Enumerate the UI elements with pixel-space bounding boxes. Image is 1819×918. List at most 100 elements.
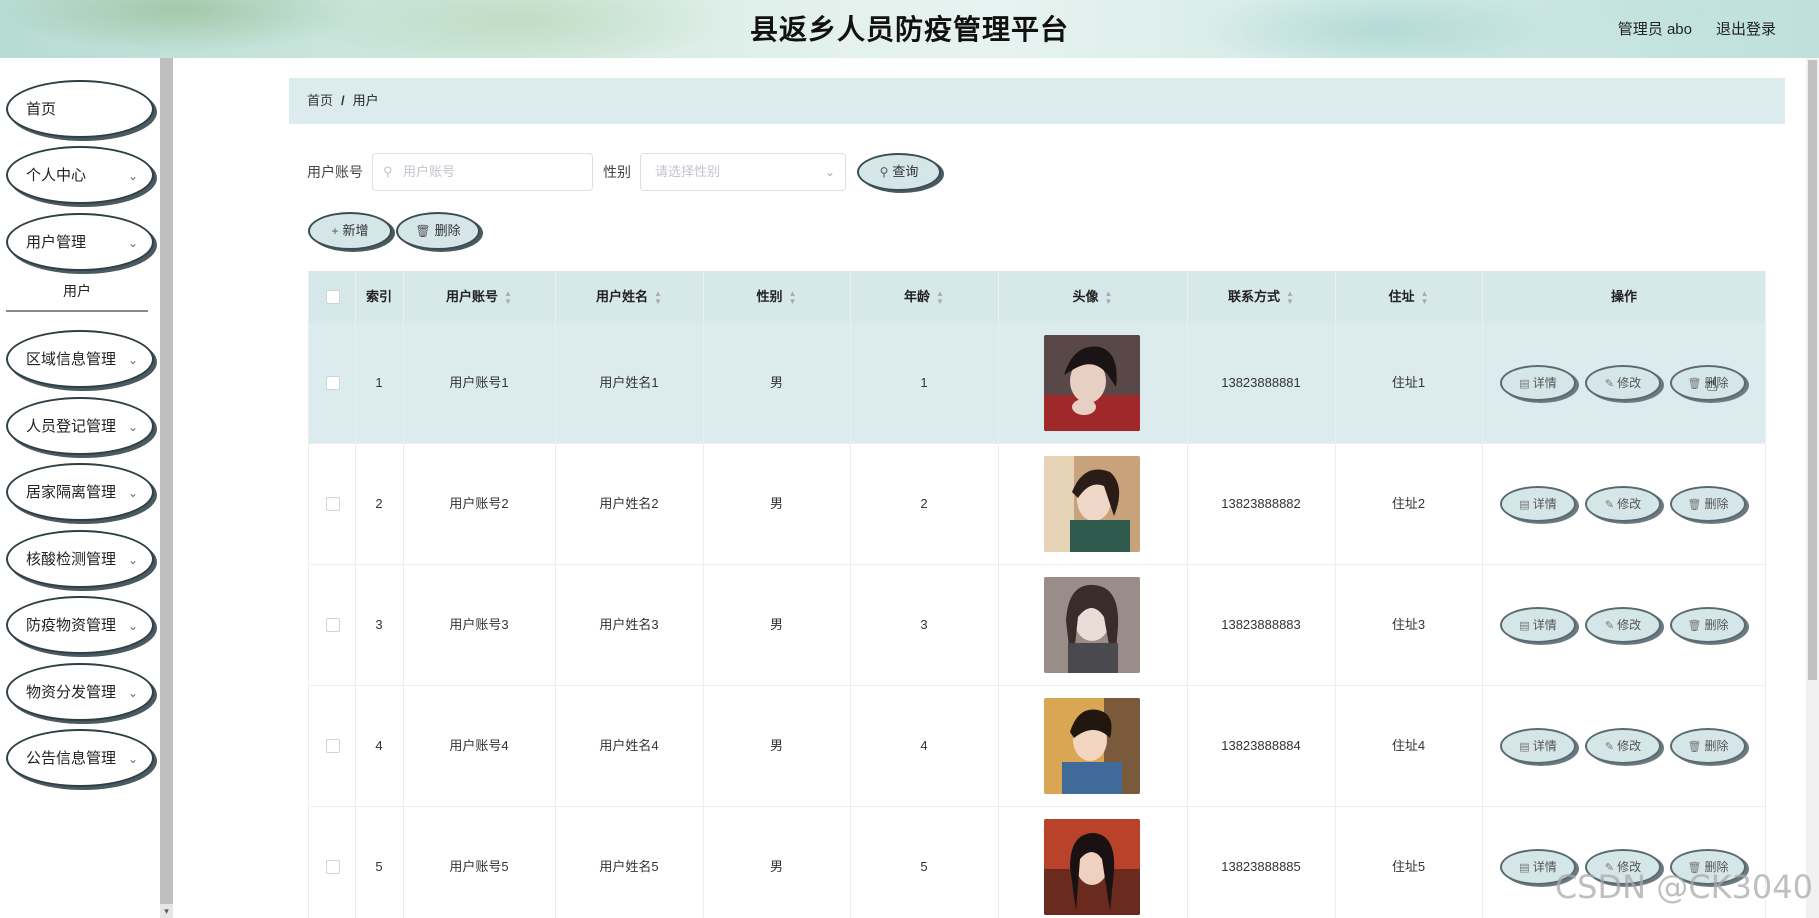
trash-icon: 🗑: [1687, 378, 1702, 390]
query-button[interactable]: ⚲ 查询: [857, 153, 941, 191]
sort-icon[interactable]: ▲ ▼: [504, 289, 512, 306]
sidebar-item-label: 个人中心: [26, 167, 87, 184]
sidebar-item-nucleic-test[interactable]: 核酸检测管理 ⌄: [6, 530, 154, 588]
sidebar-item-home[interactable]: 首页: [6, 80, 154, 138]
chevron-down-icon: ⌄: [127, 486, 138, 500]
cell-name: 用户姓名5: [599, 859, 659, 874]
cell-phone: 13823888884: [1221, 738, 1301, 753]
sidebar-item-registration[interactable]: 人员登记管理 ⌄: [6, 397, 154, 455]
detail-button[interactable]: ▤ 详情: [1500, 607, 1576, 643]
detail-button[interactable]: ▤ 详情: [1500, 728, 1576, 764]
cell-account: 用户账号1: [449, 375, 509, 390]
page-scrollbar-thumb[interactable]: [1808, 60, 1817, 680]
breadcrumb-separator: /: [341, 93, 345, 108]
plus-icon: +: [331, 224, 339, 238]
column-header-gender[interactable]: 性别 ▲ ▼: [703, 271, 850, 323]
sidebar-subitem-users[interactable]: 用户: [6, 272, 148, 312]
column-header-age[interactable]: 年龄 ▲ ▼: [850, 271, 998, 323]
sidebar-item-user-management[interactable]: 用户管理 ⌄: [6, 213, 154, 271]
chevron-down-icon: ⌄: [824, 165, 835, 179]
gender-select[interactable]: 请选择性别 ⌄: [640, 153, 846, 191]
column-header-address[interactable]: 住址 ▲ ▼: [1335, 271, 1482, 323]
cell-age: 3: [920, 617, 928, 632]
sort-icon[interactable]: ▲ ▼: [789, 289, 797, 306]
page-scrollbar[interactable]: [1806, 58, 1819, 918]
column-header-name[interactable]: 用户姓名 ▲ ▼: [555, 271, 703, 323]
sidebar-item-label: 区域信息管理: [26, 351, 117, 368]
cell-name: 用户姓名1: [599, 375, 659, 390]
delete-button[interactable]: 🗑 删除: [1670, 607, 1746, 643]
avatar[interactable]: [1044, 456, 1140, 552]
sidebar-item-supplies[interactable]: 防疫物资管理 ⌄: [6, 596, 154, 654]
delete-button[interactable]: 🗑 删除: [1670, 486, 1746, 522]
chevron-down-icon: ⌄: [127, 353, 138, 367]
sidebar-scrollbar[interactable]: ▾: [160, 58, 173, 918]
account-search-label: 用户账号: [307, 164, 363, 180]
bulk-delete-button[interactable]: 🗑 删除: [396, 212, 480, 250]
search-icon: ⚲: [383, 164, 393, 179]
avatar[interactable]: [1044, 577, 1140, 673]
sidebar-item-distribution[interactable]: 物资分发管理 ⌄: [6, 663, 154, 721]
cell-index: 5: [375, 859, 383, 874]
column-divider: [403, 271, 404, 918]
breadcrumb-home[interactable]: 首页: [307, 93, 333, 108]
watermark: CSDN @CK3040: [1554, 868, 1813, 906]
column-header-phone[interactable]: 联系方式 ▲ ▼: [1187, 271, 1335, 323]
edit-button[interactable]: ✎ 修改: [1585, 486, 1661, 522]
chevron-down-icon: ⌄: [127, 553, 138, 567]
select-all-checkbox[interactable]: [326, 290, 340, 304]
sort-icon[interactable]: ▲ ▼: [1105, 289, 1113, 306]
sidebar-item-label: 人员登记管理: [26, 418, 117, 435]
cell-account: 用户账号2: [449, 496, 509, 511]
table-row[interactable]: 5 用户账号5 用户姓名5 男 5 13823888885 住址5 ▤ 详情 ✎ 修…: [308, 807, 1766, 918]
chevron-down-icon: ⌄: [127, 236, 138, 250]
trash-icon: 🗑: [1687, 620, 1702, 632]
table-row[interactable]: 3 用户账号3 用户姓名3 男 3 13823888883 住址3 ▤ 详情 ✎ 修…: [308, 565, 1766, 686]
edit-button[interactable]: ✎ 修改: [1585, 607, 1661, 643]
avatar[interactable]: [1044, 335, 1140, 431]
sort-icon[interactable]: ▲ ▼: [1286, 289, 1294, 306]
avatar[interactable]: [1044, 698, 1140, 794]
table-row[interactable]: 4 用户账号4 用户姓名4 男 4 13823888884 住址4 ▤ 详情 ✎ 修…: [308, 686, 1766, 807]
add-button-label: 新增: [342, 223, 369, 238]
cell-address: 住址5: [1391, 859, 1426, 874]
column-header-index: 索引: [365, 289, 392, 304]
pencil-icon: ✎: [1604, 378, 1615, 390]
row-checkbox[interactable]: [326, 739, 340, 753]
edit-button[interactable]: ✎ 修改: [1585, 728, 1661, 764]
document-icon: ▤: [1519, 862, 1530, 874]
column-divider: [850, 271, 851, 918]
column-header-account[interactable]: 用户账号 ▲ ▼: [403, 271, 555, 323]
account-search-input[interactable]: ⚲ 用户账号: [372, 153, 593, 191]
row-checkbox[interactable]: [326, 497, 340, 511]
document-icon: ▤: [1519, 741, 1530, 753]
cell-name: 用户姓名3: [599, 617, 659, 632]
column-header-avatar[interactable]: 头像 ▲ ▼: [998, 271, 1187, 323]
sidebar-item-label: 居家隔离管理: [26, 484, 117, 501]
cell-address: 住址4: [1391, 738, 1426, 753]
sidebar-item-personal-center[interactable]: 个人中心 ⌄: [6, 146, 154, 204]
sidebar-item-home-isolation[interactable]: 居家隔离管理 ⌄: [6, 463, 154, 521]
avatar[interactable]: [1044, 819, 1140, 915]
sort-icon[interactable]: ▲ ▼: [654, 289, 662, 306]
table-row[interactable]: 1 用户账号1 用户姓名1 男 1 13823888881 住址1 ▤ 详情 ✎ 修…: [308, 323, 1766, 444]
row-checkbox[interactable]: [326, 376, 340, 390]
logout-link[interactable]: 退出登录: [1716, 0, 1776, 60]
table-row[interactable]: 2 用户账号2 用户姓名2 男 2 13823888882 住址2 ▤ 详情 ✎ 修…: [308, 444, 1766, 565]
row-checkbox[interactable]: [326, 860, 340, 874]
edit-button[interactable]: ✎ 修改: [1585, 365, 1661, 401]
search-icon: ⚲: [879, 165, 889, 179]
delete-button[interactable]: 🗑 删除: [1670, 728, 1746, 764]
chevron-down-icon: ⌄: [127, 619, 138, 633]
detail-button[interactable]: ▤ 详情: [1500, 486, 1576, 522]
sort-icon[interactable]: ▲ ▼: [936, 289, 944, 306]
sidebar-item-announcements[interactable]: 公告信息管理 ⌄: [6, 729, 154, 787]
row-checkbox[interactable]: [326, 618, 340, 632]
add-button[interactable]: + 新增: [308, 212, 392, 250]
sidebar-item-region[interactable]: 区域信息管理 ⌄: [6, 330, 154, 388]
chevron-down-icon: ⌄: [127, 752, 138, 766]
column-divider: [1187, 271, 1188, 918]
sort-icon[interactable]: ▲ ▼: [1421, 289, 1429, 306]
scroll-down-icon[interactable]: ▾: [160, 904, 173, 918]
detail-button[interactable]: ▤ 详情: [1500, 365, 1576, 401]
